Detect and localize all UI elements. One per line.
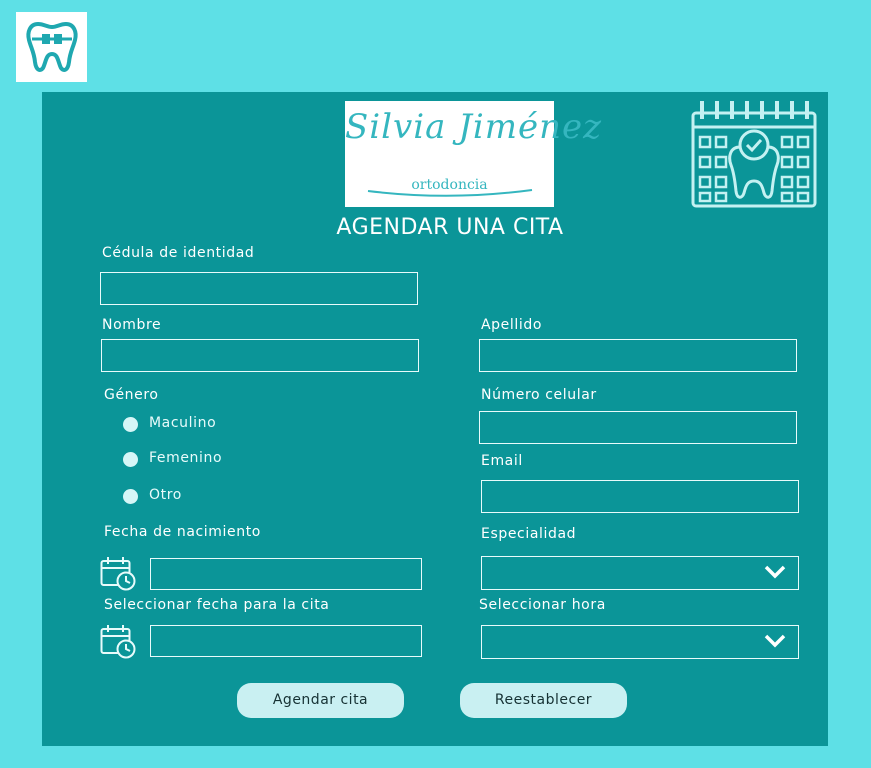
nombre-input[interactable] xyxy=(101,339,419,372)
genero-label: Género xyxy=(104,387,159,403)
radio-femenino-label: Femenino xyxy=(149,450,223,466)
clinic-logo xyxy=(16,12,87,82)
brand-name: Silvia Jiménez xyxy=(345,107,602,147)
nombre-label: Nombre xyxy=(102,317,162,333)
cedula-input[interactable] xyxy=(100,272,418,305)
hora-label: Seleccionar hora xyxy=(479,597,606,613)
calendar-tooth-check-icon xyxy=(691,101,817,208)
calendar-clock-icon[interactable] xyxy=(100,624,138,660)
radio-otro-label: Otro xyxy=(149,487,182,503)
chevron-down-icon xyxy=(764,565,786,579)
email-label: Email xyxy=(481,453,523,469)
radio-femenino[interactable] xyxy=(123,452,138,467)
nacimiento-label: Fecha de nacimiento xyxy=(104,524,261,540)
radio-masculino[interactable] xyxy=(123,417,138,432)
page-title: AGENDAR UNA CITA xyxy=(336,215,564,240)
especialidad-select[interactable] xyxy=(481,556,799,590)
reestablecer-button[interactable]: Reestablecer xyxy=(460,683,627,718)
celular-label: Número celular xyxy=(481,387,597,403)
apellido-label: Apellido xyxy=(481,317,542,333)
tooth-braces-icon xyxy=(25,21,78,72)
fecha-cita-label: Seleccionar fecha para la cita xyxy=(104,597,330,613)
email-input[interactable] xyxy=(481,480,799,513)
calendar-clock-icon[interactable] xyxy=(100,556,138,592)
apellido-input[interactable] xyxy=(479,339,797,372)
cedula-label: Cédula de identidad xyxy=(102,245,255,261)
chevron-down-icon xyxy=(764,634,786,648)
especialidad-label: Especialidad xyxy=(481,526,577,542)
brand-logo: Silvia Jiménez ortodoncia xyxy=(345,101,602,207)
nacimiento-input[interactable] xyxy=(150,558,422,590)
radio-otro[interactable] xyxy=(123,489,138,504)
celular-input[interactable] xyxy=(479,411,797,444)
fecha-cita-input[interactable] xyxy=(150,625,422,657)
hora-select[interactable] xyxy=(481,625,799,659)
agendar-cita-button[interactable]: Agendar cita xyxy=(237,683,404,718)
brand-swoosh xyxy=(367,189,533,197)
radio-masculino-label: Maculino xyxy=(149,415,217,431)
